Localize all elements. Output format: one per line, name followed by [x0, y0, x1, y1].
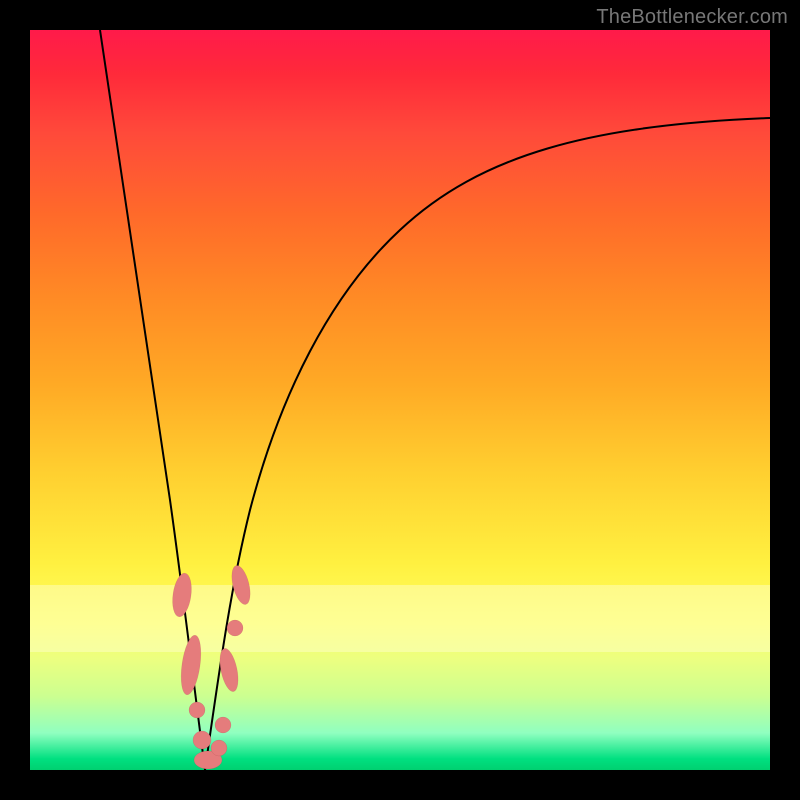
marker-dot: [215, 717, 231, 733]
marker-blob-left-lower: [178, 634, 204, 696]
curve-right-branch: [205, 118, 770, 770]
marker-dot: [211, 740, 227, 756]
curve-layer: [30, 30, 770, 770]
marker-dot: [227, 620, 243, 636]
marker-dot: [193, 731, 211, 749]
marker-blob-left-upper: [170, 572, 194, 618]
marker-dot: [189, 702, 205, 718]
chart-frame: TheBottlenecker.com: [0, 0, 800, 800]
marker-blob-right-upper: [228, 564, 253, 607]
plot-area: [30, 30, 770, 770]
watermark-text: TheBottlenecker.com: [596, 6, 788, 29]
